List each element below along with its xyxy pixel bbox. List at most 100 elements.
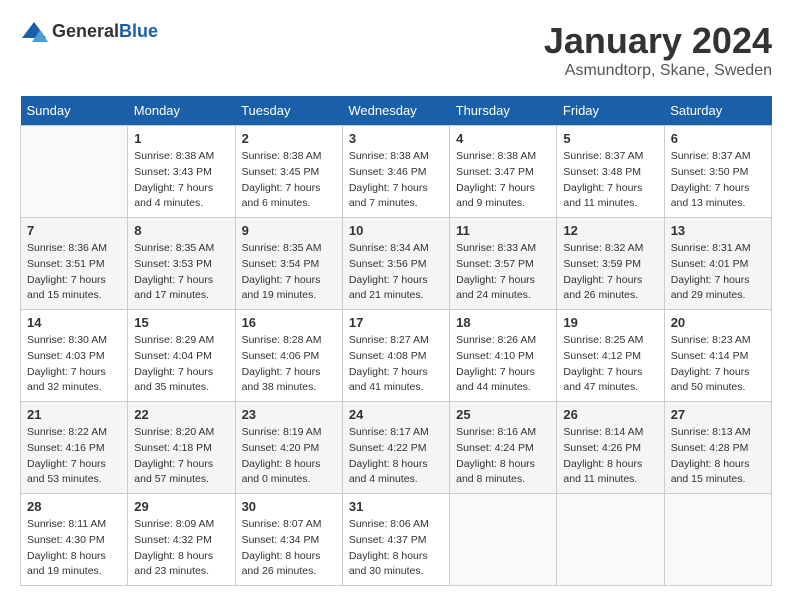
day-info: Sunrise: 8:16 AMSunset: 4:24 PMDaylight:… [456, 425, 550, 488]
day-number: 9 [242, 223, 336, 238]
day-info: Sunrise: 8:22 AMSunset: 4:16 PMDaylight:… [27, 425, 121, 488]
day-number: 13 [671, 223, 765, 238]
day-info: Sunrise: 8:20 AMSunset: 4:18 PMDaylight:… [134, 425, 228, 488]
day-number: 3 [349, 131, 443, 146]
day-info: Sunrise: 8:27 AMSunset: 4:08 PMDaylight:… [349, 333, 443, 396]
day-info: Sunrise: 8:38 AMSunset: 3:45 PMDaylight:… [242, 149, 336, 212]
day-number: 10 [349, 223, 443, 238]
calendar-day-cell: 30 Sunrise: 8:07 AMSunset: 4:34 PMDayligh… [235, 494, 342, 586]
day-number: 6 [671, 131, 765, 146]
calendar-day-cell: 7 Sunrise: 8:36 AMSunset: 3:51 PMDaylight… [21, 218, 128, 310]
day-info: Sunrise: 8:07 AMSunset: 4:34 PMDaylight:… [242, 517, 336, 580]
day-number: 27 [671, 407, 765, 422]
day-info: Sunrise: 8:06 AMSunset: 4:37 PMDaylight:… [349, 517, 443, 580]
calendar-header: SundayMondayTuesdayWednesdayThursdayFrid… [21, 96, 772, 126]
day-of-week-header: Saturday [664, 96, 771, 126]
calendar-day-cell [21, 126, 128, 218]
calendar-day-cell: 16 Sunrise: 8:28 AMSunset: 4:06 PMDayligh… [235, 310, 342, 402]
calendar-day-cell [664, 494, 771, 586]
day-info: Sunrise: 8:19 AMSunset: 4:20 PMDaylight:… [242, 425, 336, 488]
day-info: Sunrise: 8:35 AMSunset: 3:54 PMDaylight:… [242, 241, 336, 304]
calendar-day-cell: 8Sunrise: 8:35 AMSunset: 3:53 PMDaylight… [128, 218, 235, 310]
day-of-week-header: Thursday [450, 96, 557, 126]
day-info: Sunrise: 8:29 AMSunset: 4:04 PMDaylight:… [134, 333, 228, 396]
calendar-day-cell: 25 Sunrise: 8:16 AMSunset: 4:24 PMDayligh… [450, 402, 557, 494]
calendar-day-cell: 4Sunrise: 8:38 AMSunset: 3:47 PMDaylight… [450, 126, 557, 218]
day-number: 23 [242, 407, 336, 422]
calendar-day-cell: 24 Sunrise: 8:17 AMSunset: 4:22 PMDayligh… [342, 402, 449, 494]
day-number: 31 [349, 499, 443, 514]
day-info: Sunrise: 8:38 AMSunset: 3:43 PMDaylight:… [134, 149, 228, 212]
logo-icon [20, 20, 48, 42]
calendar-week-row: 21Sunrise: 8:22 AMSunset: 4:16 PMDayligh… [21, 402, 772, 494]
calendar-week-row: 28 Sunrise: 8:11 AMSunset: 4:30 PMDayligh… [21, 494, 772, 586]
day-number: 18 [456, 315, 550, 330]
day-info: Sunrise: 8:37 AMSunset: 3:48 PMDaylight:… [563, 149, 657, 212]
day-info: Sunrise: 8:17 AMSunset: 4:22 PMDaylight:… [349, 425, 443, 488]
calendar-body: 1 Sunrise: 8:38 AMSunset: 3:43 PMDaylight… [21, 126, 772, 586]
calendar-day-cell: 19 Sunrise: 8:25 AMSunset: 4:12 PMDayligh… [557, 310, 664, 402]
day-of-week-header: Wednesday [342, 96, 449, 126]
day-number: 16 [242, 315, 336, 330]
day-info: Sunrise: 8:38 AMSunset: 3:46 PMDaylight:… [349, 149, 443, 212]
calendar-day-cell: 13 Sunrise: 8:31 AMSunset: 4:01 PMDayligh… [664, 218, 771, 310]
day-number: 1 [134, 131, 228, 146]
day-info: Sunrise: 8:25 AMSunset: 4:12 PMDaylight:… [563, 333, 657, 396]
calendar-day-cell: 17 Sunrise: 8:27 AMSunset: 4:08 PMDayligh… [342, 310, 449, 402]
day-info: Sunrise: 8:37 AMSunset: 3:50 PMDaylight:… [671, 149, 765, 212]
calendar-day-cell: 31 Sunrise: 8:06 AMSunset: 4:37 PMDayligh… [342, 494, 449, 586]
day-of-week-header: Friday [557, 96, 664, 126]
calendar-day-cell: 2 Sunrise: 8:38 AMSunset: 3:45 PMDaylight… [235, 126, 342, 218]
day-number: 26 [563, 407, 657, 422]
calendar-day-cell: 28 Sunrise: 8:11 AMSunset: 4:30 PMDayligh… [21, 494, 128, 586]
logo-text: GeneralBlue [52, 21, 158, 42]
day-number: 7 [27, 223, 121, 238]
day-info: Sunrise: 8:36 AMSunset: 3:51 PMDaylight:… [27, 241, 121, 304]
day-info: Sunrise: 8:26 AMSunset: 4:10 PMDaylight:… [456, 333, 550, 396]
calendar-day-cell: 5Sunrise: 8:37 AMSunset: 3:48 PMDaylight… [557, 126, 664, 218]
calendar-day-cell: 20Sunrise: 8:23 AMSunset: 4:14 PMDayligh… [664, 310, 771, 402]
day-info: Sunrise: 8:30 AMSunset: 4:03 PMDaylight:… [27, 333, 121, 396]
day-number: 24 [349, 407, 443, 422]
day-number: 14 [27, 315, 121, 330]
calendar-day-cell: 18 Sunrise: 8:26 AMSunset: 4:10 PMDayligh… [450, 310, 557, 402]
calendar-day-cell: 9 Sunrise: 8:35 AMSunset: 3:54 PMDaylight… [235, 218, 342, 310]
day-number: 25 [456, 407, 550, 422]
days-of-week-row: SundayMondayTuesdayWednesdayThursdayFrid… [21, 96, 772, 126]
logo-blue: Blue [119, 21, 158, 41]
day-number: 17 [349, 315, 443, 330]
day-info: Sunrise: 8:33 AMSunset: 3:57 PMDaylight:… [456, 241, 550, 304]
day-info: Sunrise: 8:31 AMSunset: 4:01 PMDaylight:… [671, 241, 765, 304]
logo-general: General [52, 21, 119, 41]
page-header: GeneralBlue January 2024 Asmundtorp, Ska… [20, 20, 772, 80]
day-number: 12 [563, 223, 657, 238]
calendar-day-cell: 23 Sunrise: 8:19 AMSunset: 4:20 PMDayligh… [235, 402, 342, 494]
day-of-week-header: Monday [128, 96, 235, 126]
day-info: Sunrise: 8:13 AMSunset: 4:28 PMDaylight:… [671, 425, 765, 488]
calendar-day-cell: 15 Sunrise: 8:29 AMSunset: 4:04 PMDayligh… [128, 310, 235, 402]
calendar-day-cell: 29Sunrise: 8:09 AMSunset: 4:32 PMDayligh… [128, 494, 235, 586]
day-info: Sunrise: 8:32 AMSunset: 3:59 PMDaylight:… [563, 241, 657, 304]
calendar-day-cell: 22 Sunrise: 8:20 AMSunset: 4:18 PMDayligh… [128, 402, 235, 494]
day-number: 11 [456, 223, 550, 238]
calendar-day-cell: 27 Sunrise: 8:13 AMSunset: 4:28 PMDayligh… [664, 402, 771, 494]
day-info: Sunrise: 8:11 AMSunset: 4:30 PMDaylight:… [27, 517, 121, 580]
calendar-week-row: 7 Sunrise: 8:36 AMSunset: 3:51 PMDaylight… [21, 218, 772, 310]
calendar-day-cell: 12 Sunrise: 8:32 AMSunset: 3:59 PMDayligh… [557, 218, 664, 310]
title-block: January 2024 Asmundtorp, Skane, Sweden [544, 20, 772, 80]
day-number: 15 [134, 315, 228, 330]
logo: GeneralBlue [20, 20, 158, 42]
calendar-day-cell: 26Sunrise: 8:14 AMSunset: 4:26 PMDayligh… [557, 402, 664, 494]
day-info: Sunrise: 8:28 AMSunset: 4:06 PMDaylight:… [242, 333, 336, 396]
day-of-week-header: Tuesday [235, 96, 342, 126]
calendar-week-row: 14 Sunrise: 8:30 AMSunset: 4:03 PMDayligh… [21, 310, 772, 402]
day-number: 19 [563, 315, 657, 330]
day-number: 28 [27, 499, 121, 514]
calendar-day-cell: 11 Sunrise: 8:33 AMSunset: 3:57 PMDayligh… [450, 218, 557, 310]
month-year-title: January 2024 [544, 20, 772, 62]
day-number: 30 [242, 499, 336, 514]
day-of-week-header: Sunday [21, 96, 128, 126]
day-number: 2 [242, 131, 336, 146]
day-info: Sunrise: 8:38 AMSunset: 3:47 PMDaylight:… [456, 149, 550, 212]
day-number: 22 [134, 407, 228, 422]
